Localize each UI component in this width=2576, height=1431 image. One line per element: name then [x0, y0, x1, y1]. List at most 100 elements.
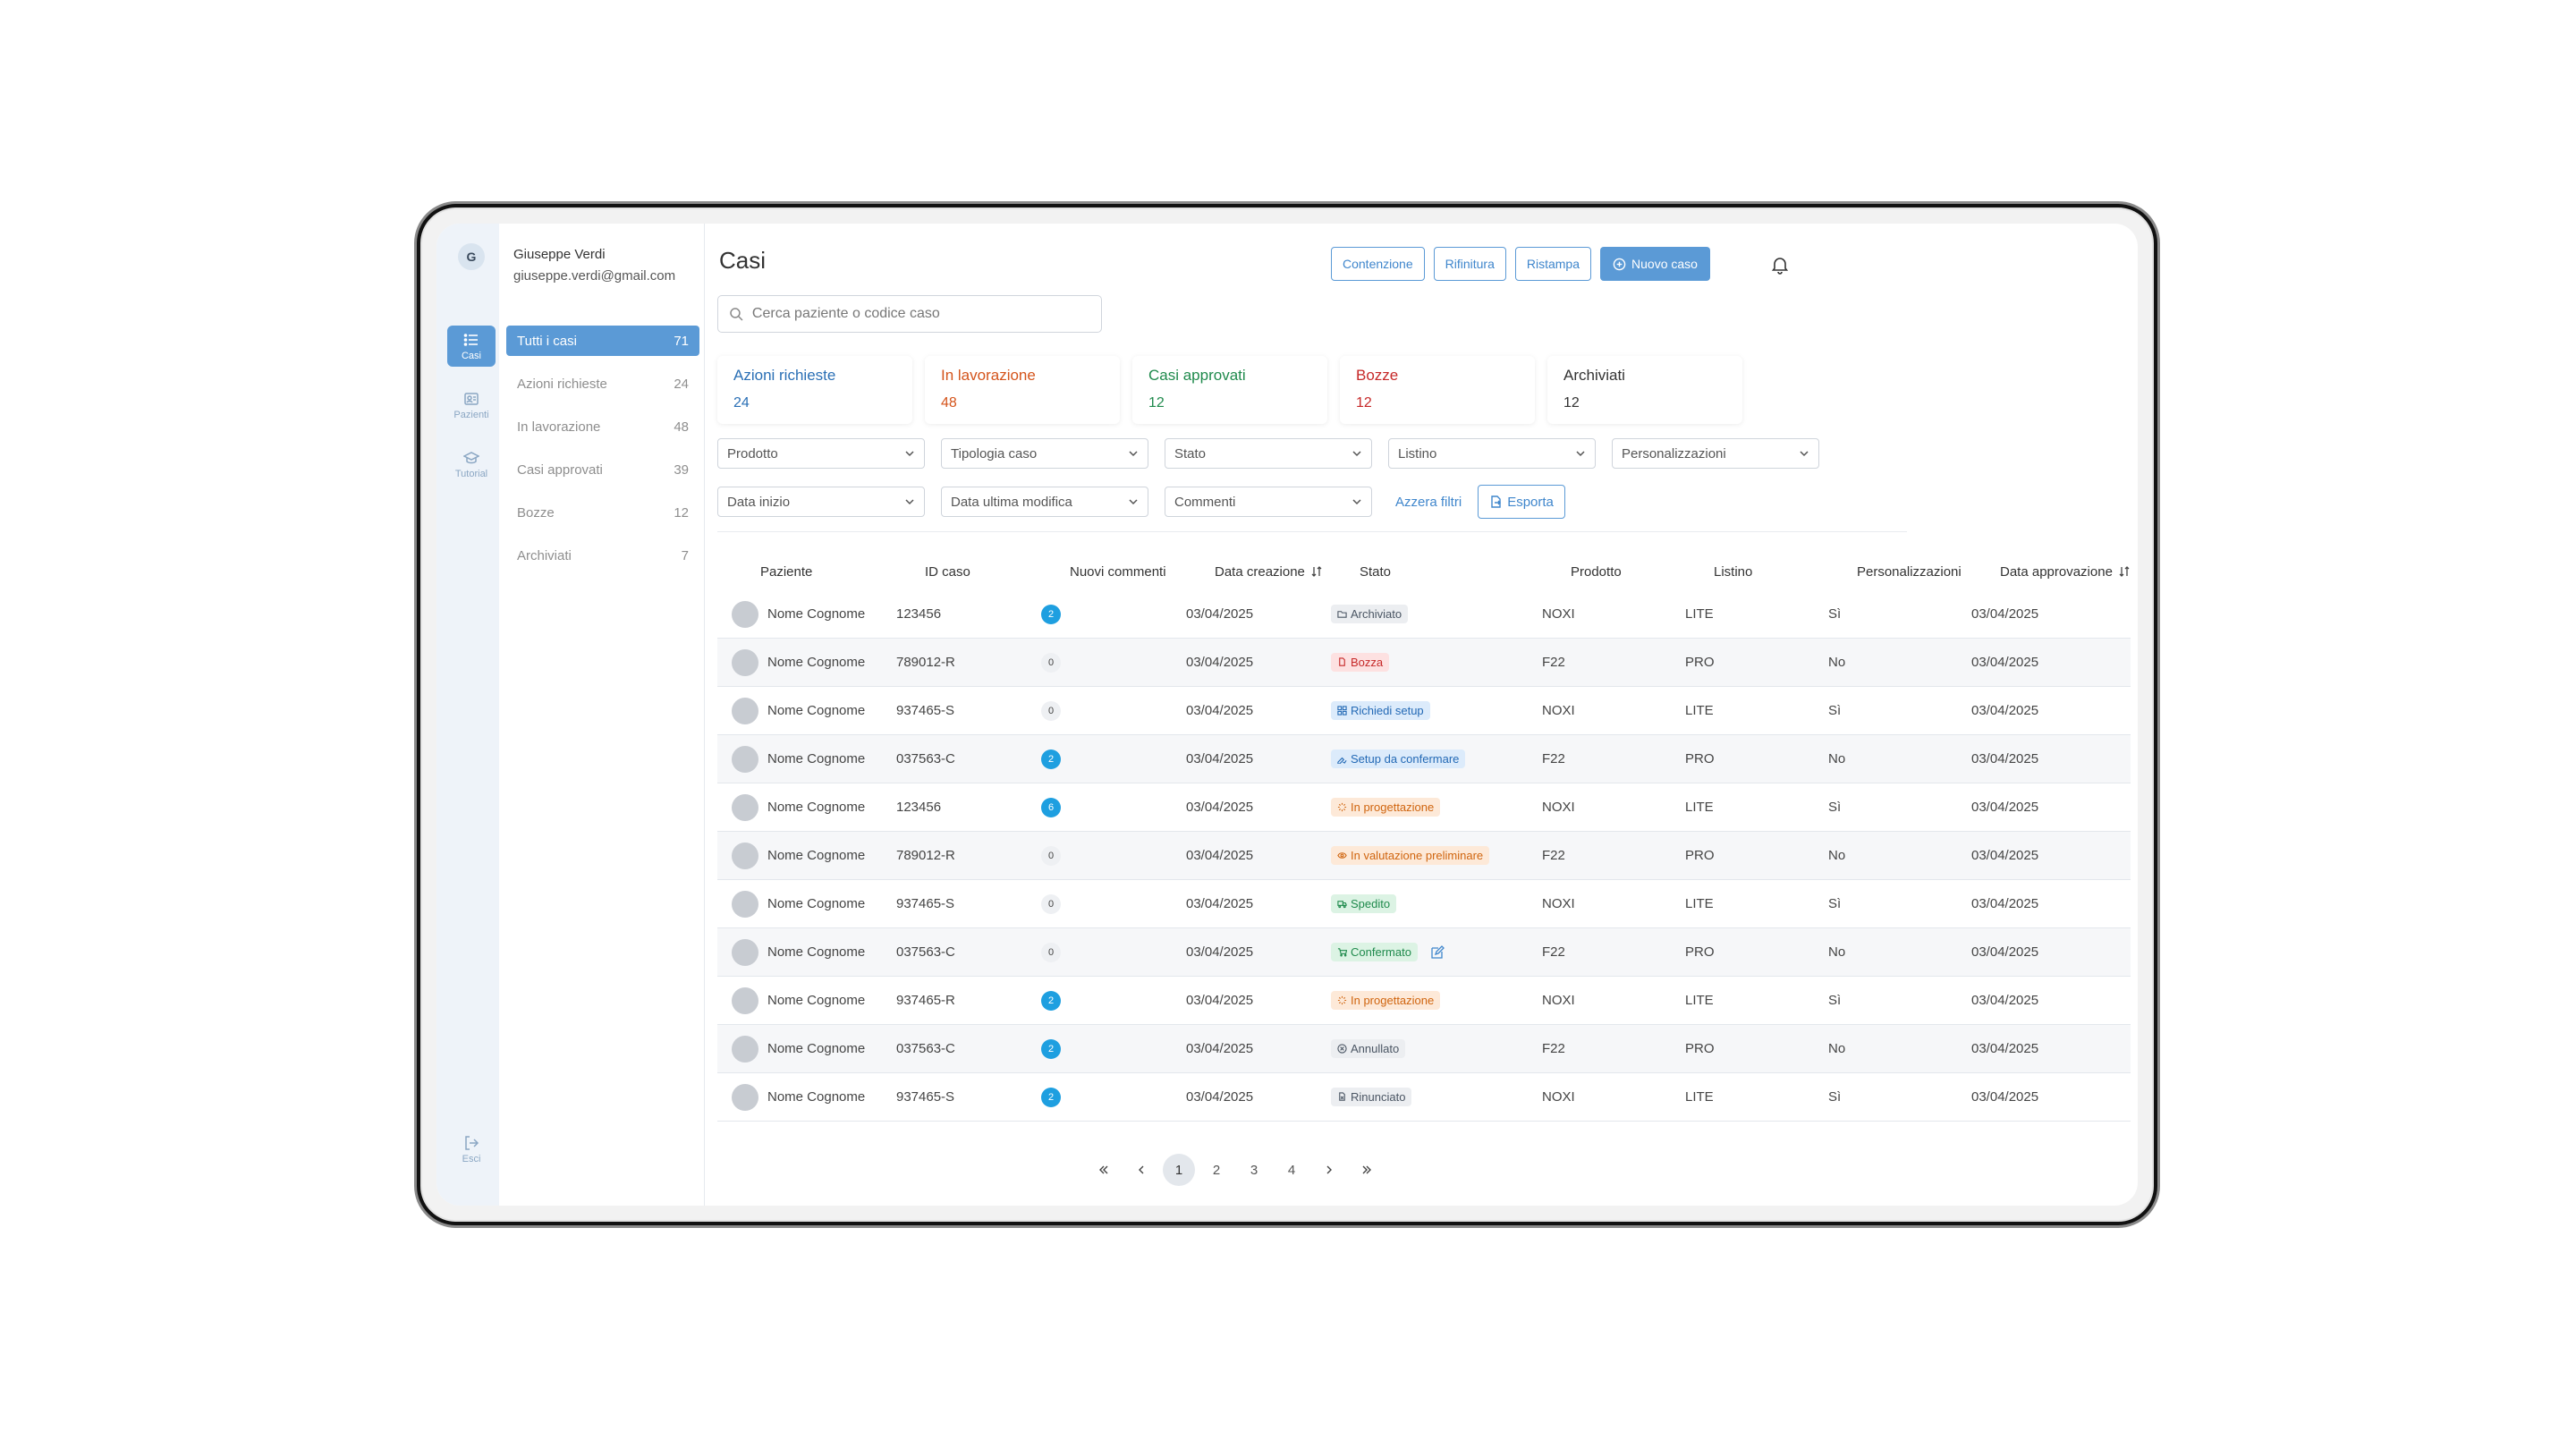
listino: PRO [1685, 944, 1715, 960]
cases-table: Paziente ID caso Nuovi commenti Data cre… [717, 553, 2131, 1122]
table-row[interactable]: Nome Cognome 123456 6 03/04/2025 In progetta… [717, 783, 2131, 832]
nav-item-approvati[interactable]: Casi approvati 39 [506, 454, 699, 485]
comments-badge: 0 [1041, 845, 1061, 866]
product: NOXI [1542, 1089, 1575, 1105]
col-id[interactable]: ID caso [925, 564, 1070, 580]
rail-tutorial[interactable]: Tutorial [447, 444, 496, 485]
status-badge: Rinunciato [1331, 1088, 1412, 1106]
reset-filters-link[interactable]: Azzera filtri [1395, 495, 1462, 510]
table-row[interactable]: Nome Cognome 937465-S 0 03/04/2025 Richiedi … [717, 687, 2131, 735]
col-label: Data creazione [1215, 563, 1305, 580]
table-row[interactable]: Nome Cognome 123456 2 03/04/2025 Archiviato N… [717, 590, 2131, 639]
avatar [732, 648, 758, 676]
listino: LITE [1685, 896, 1714, 911]
avatar [732, 1035, 758, 1063]
status-cell: Archiviato [1331, 605, 1542, 623]
rail-esci[interactable]: Esci [447, 1129, 496, 1170]
col-commenti[interactable]: Nuovi commenti [1070, 564, 1215, 580]
contenzione-button[interactable]: Contenzione [1331, 247, 1425, 281]
table-row[interactable]: Nome Cognome 937465-S 0 03/04/2025 Spedito NO… [717, 880, 2131, 928]
icon-rail: G Casi Pazienti Tutorial Esci [436, 224, 499, 1206]
sort-icon[interactable] [1310, 565, 1323, 578]
export-button[interactable]: Esporta [1478, 485, 1565, 519]
ristampa-button[interactable]: Ristampa [1514, 247, 1592, 281]
filter-commenti[interactable]: Commenti [1165, 487, 1372, 517]
rifinitura-button[interactable]: Rifinitura [1433, 247, 1506, 281]
listino: LITE [1685, 800, 1714, 815]
sort-icon[interactable] [2118, 565, 2131, 578]
created-date: 03/04/2025 [1186, 848, 1254, 863]
table-row[interactable]: Nome Cognome 789012-R 0 03/04/2025 Bozza F22 P… [717, 639, 2131, 687]
col-label: Paziente [760, 563, 813, 580]
col-data-creazione[interactable]: Data creazione [1215, 564, 1360, 580]
device-frame: G Casi Pazienti Tutorial Esci Giuseppe V… [420, 207, 2154, 1222]
stat-card-lavorazione[interactable]: In lavorazione 48 [925, 356, 1120, 424]
table-row[interactable]: Nome Cognome 037563-C 2 03/04/2025 Annullato… [717, 1025, 2131, 1073]
filter-tipologia[interactable]: Tipologia caso [941, 438, 1148, 469]
filter-personalizzazioni[interactable]: Personalizzazioni [1612, 438, 1819, 469]
col-stato[interactable]: Stato [1360, 564, 1571, 580]
nav-item-bozze[interactable]: Bozze 12 [506, 497, 699, 528]
personalizzazioni: Sì [1828, 896, 1842, 911]
col-listino[interactable]: Listino [1714, 564, 1857, 580]
patient-cell: Nome Cognome [732, 600, 896, 628]
table-row[interactable]: Nome Cognome 037563-C 2 03/04/2025 Setup da … [717, 735, 2131, 783]
status-badge: Archiviato [1331, 605, 1409, 623]
rail-pazienti[interactable]: Pazienti [447, 385, 496, 426]
table-body: Nome Cognome 123456 2 03/04/2025 Archiviato N… [717, 590, 2131, 1122]
edit-icon[interactable] [1430, 944, 1445, 960]
status-cell: Rinunciato [1331, 1088, 1542, 1106]
table-row[interactable]: Nome Cognome 937465-S 2 03/04/2025 Rinunciat… [717, 1073, 2131, 1122]
nav-item-lavorazione[interactable]: In lavorazione 48 [506, 411, 699, 442]
filter-data-inizio[interactable]: Data inizio [717, 487, 925, 517]
last-page-button[interactable] [1351, 1154, 1383, 1186]
col-paziente[interactable]: Paziente [760, 564, 925, 580]
stat-card-azioni[interactable]: Azioni richieste 24 [717, 356, 912, 424]
filter-listino[interactable]: Listino [1388, 438, 1596, 469]
col-data-approvazione[interactable]: Data approvazione [2000, 564, 2138, 580]
listino: LITE [1685, 703, 1714, 718]
stat-card-bozze[interactable]: Bozze 12 [1340, 356, 1535, 424]
bell-icon[interactable] [1769, 254, 1791, 275]
table-row[interactable]: Nome Cognome 937465-R 2 03/04/2025 In proget… [717, 977, 2131, 1025]
nav-item-tutti[interactable]: Tutti i casi 71 [506, 326, 699, 356]
patient-cell: Nome Cognome [732, 1083, 896, 1111]
new-case-button[interactable]: Nuovo caso [1600, 247, 1710, 281]
rail-casi[interactable]: Casi [447, 326, 496, 367]
nav-item-archiviati[interactable]: Archiviati 7 [506, 540, 699, 571]
stat-card-approvati[interactable]: Casi approvati 12 [1132, 356, 1327, 424]
table-row[interactable]: Nome Cognome 037563-C 0 03/04/2025 Confermat… [717, 928, 2131, 977]
filter-data-modifica[interactable]: Data ultima modifica [941, 487, 1148, 517]
page-button[interactable]: 2 [1200, 1154, 1233, 1186]
first-page-button[interactable] [1088, 1154, 1120, 1186]
nav-item-count: 7 [681, 547, 689, 563]
page-button[interactable]: 3 [1238, 1154, 1270, 1186]
stat-card-archiviati[interactable]: Archiviati 12 [1547, 356, 1742, 424]
rail-tutorial-label: Tutorial [454, 468, 488, 479]
patient-name: Nome Cognome [767, 944, 866, 960]
rail-casi-label: Casi [461, 350, 481, 361]
listino: PRO [1685, 655, 1715, 670]
col-personalizzazioni[interactable]: Personalizzazioni [1857, 564, 2000, 580]
nav-item-azioni[interactable]: Azioni richieste 24 [506, 368, 699, 399]
table-row[interactable]: Nome Cognome 789012-R 0 03/04/2025 In valuta… [717, 832, 2131, 880]
filter-stato[interactable]: Stato [1165, 438, 1372, 469]
search-input[interactable] [751, 306, 1090, 322]
filter-label: Stato [1174, 445, 1207, 461]
status-label: In progettazione [1351, 994, 1435, 1007]
export-label: Esporta [1507, 494, 1554, 510]
col-label: Listino [1714, 563, 1753, 580]
case-id: 789012-R [896, 848, 955, 863]
prev-page-button[interactable] [1125, 1154, 1157, 1186]
comments-badge: 2 [1041, 749, 1061, 769]
page-button[interactable]: 4 [1275, 1154, 1308, 1186]
product: F22 [1542, 751, 1565, 766]
col-prodotto[interactable]: Prodotto [1571, 564, 1714, 580]
page-button[interactable]: 1 [1163, 1154, 1195, 1186]
status-badge: Confermato [1331, 943, 1418, 961]
next-page-button[interactable] [1313, 1154, 1345, 1186]
filter-prodotto[interactable]: Prodotto [717, 438, 925, 469]
search-box[interactable] [717, 295, 1102, 333]
personalizzazioni: Sì [1828, 800, 1842, 815]
rail-pazienti-label: Pazienti [453, 409, 489, 420]
